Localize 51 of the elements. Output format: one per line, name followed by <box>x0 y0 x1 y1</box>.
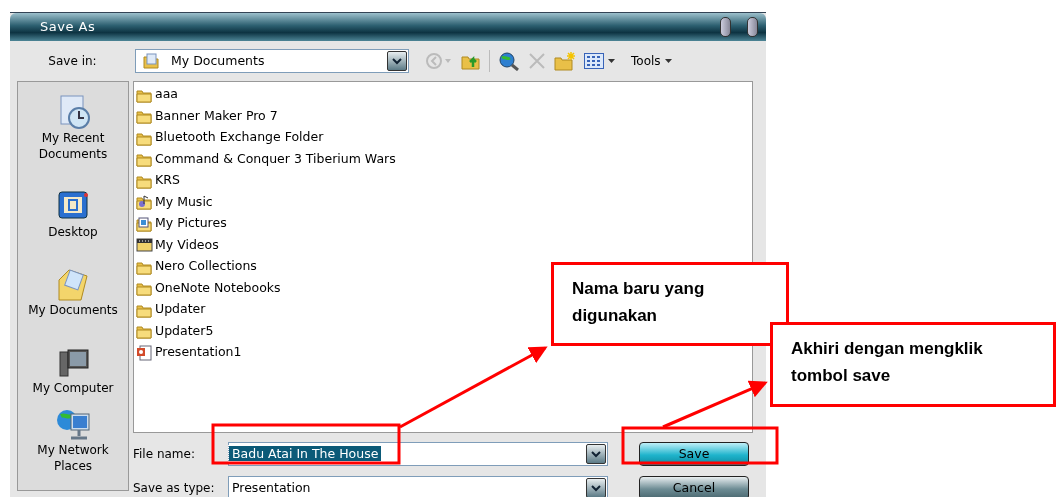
video-folder-icon <box>136 237 153 254</box>
save-as-type-field[interactable]: Presentation <box>228 476 608 497</box>
file-name-field[interactable]: Badu Atai In The House <box>228 442 608 466</box>
views-icon <box>584 53 604 69</box>
folder-icon <box>136 108 153 125</box>
callout-note: Nama baru yang digunakan <box>551 262 789 346</box>
caret-icon <box>591 484 601 492</box>
presentation-file-icon <box>136 344 153 361</box>
file-item[interactable]: KRS <box>136 170 180 192</box>
file-item[interactable]: Bluetooth Exchange Folder <box>136 127 324 149</box>
file-item[interactable]: My Videos <box>136 234 219 256</box>
file-item[interactable]: Presentation1 <box>136 342 242 364</box>
views-button[interactable] <box>584 53 615 69</box>
close-button[interactable] <box>747 17 758 37</box>
file-item[interactable]: Command & Conquer 3 Tiberium Wars <box>136 148 396 170</box>
file-name-label: File name: <box>133 446 196 463</box>
caret-icon <box>664 59 672 63</box>
file-item[interactable]: Nero Collections <box>136 256 257 278</box>
save-in-label: Save in: <box>47 53 98 70</box>
globe-search-icon[interactable] <box>498 51 520 71</box>
folder-icon <box>136 323 153 340</box>
places-item[interactable]: My Computer <box>21 324 125 396</box>
window-title: Save As <box>40 18 96 37</box>
save-as-type-dropdown-button[interactable] <box>586 478 606 497</box>
file-item[interactable]: Updater5 <box>136 320 214 342</box>
tools-menu[interactable]: Tools <box>631 52 672 70</box>
file-item[interactable]: Updater <box>136 299 206 321</box>
places-item[interactable]: My Recent Documents <box>21 90 125 162</box>
folder-icon <box>136 280 153 297</box>
documents-icon <box>142 53 160 69</box>
places-item[interactable]: Desktop <box>21 168 125 240</box>
dialog-button[interactable]: Cancel <box>639 476 749 497</box>
file-item[interactable]: My Pictures <box>136 213 227 235</box>
file-item[interactable]: aaa <box>136 84 178 106</box>
caret-icon <box>608 59 615 63</box>
callout-note: Akhiri dengan mengklik tombol save <box>770 322 1056 407</box>
caret-icon <box>392 57 402 65</box>
caret-icon <box>591 450 601 458</box>
file-name-dropdown-button[interactable] <box>586 444 606 464</box>
folder-icon <box>136 151 153 168</box>
music-folder-icon <box>136 194 153 211</box>
documents-folder-icon <box>55 266 91 302</box>
location-dropdown[interactable]: My Documents <box>135 49 409 73</box>
pictures-folder-icon <box>136 215 153 232</box>
places-item[interactable]: My Network Places <box>21 402 125 474</box>
minimize-button[interactable] <box>720 17 731 37</box>
places-item[interactable]: My Documents <box>21 246 125 318</box>
save-as-type-label: Save as type: <box>133 480 216 497</box>
file-item[interactable]: Banner Maker Pro 7 <box>136 105 278 127</box>
file-item[interactable]: My Music <box>136 191 213 213</box>
file-item[interactable]: OneNote Notebooks <box>136 277 281 299</box>
